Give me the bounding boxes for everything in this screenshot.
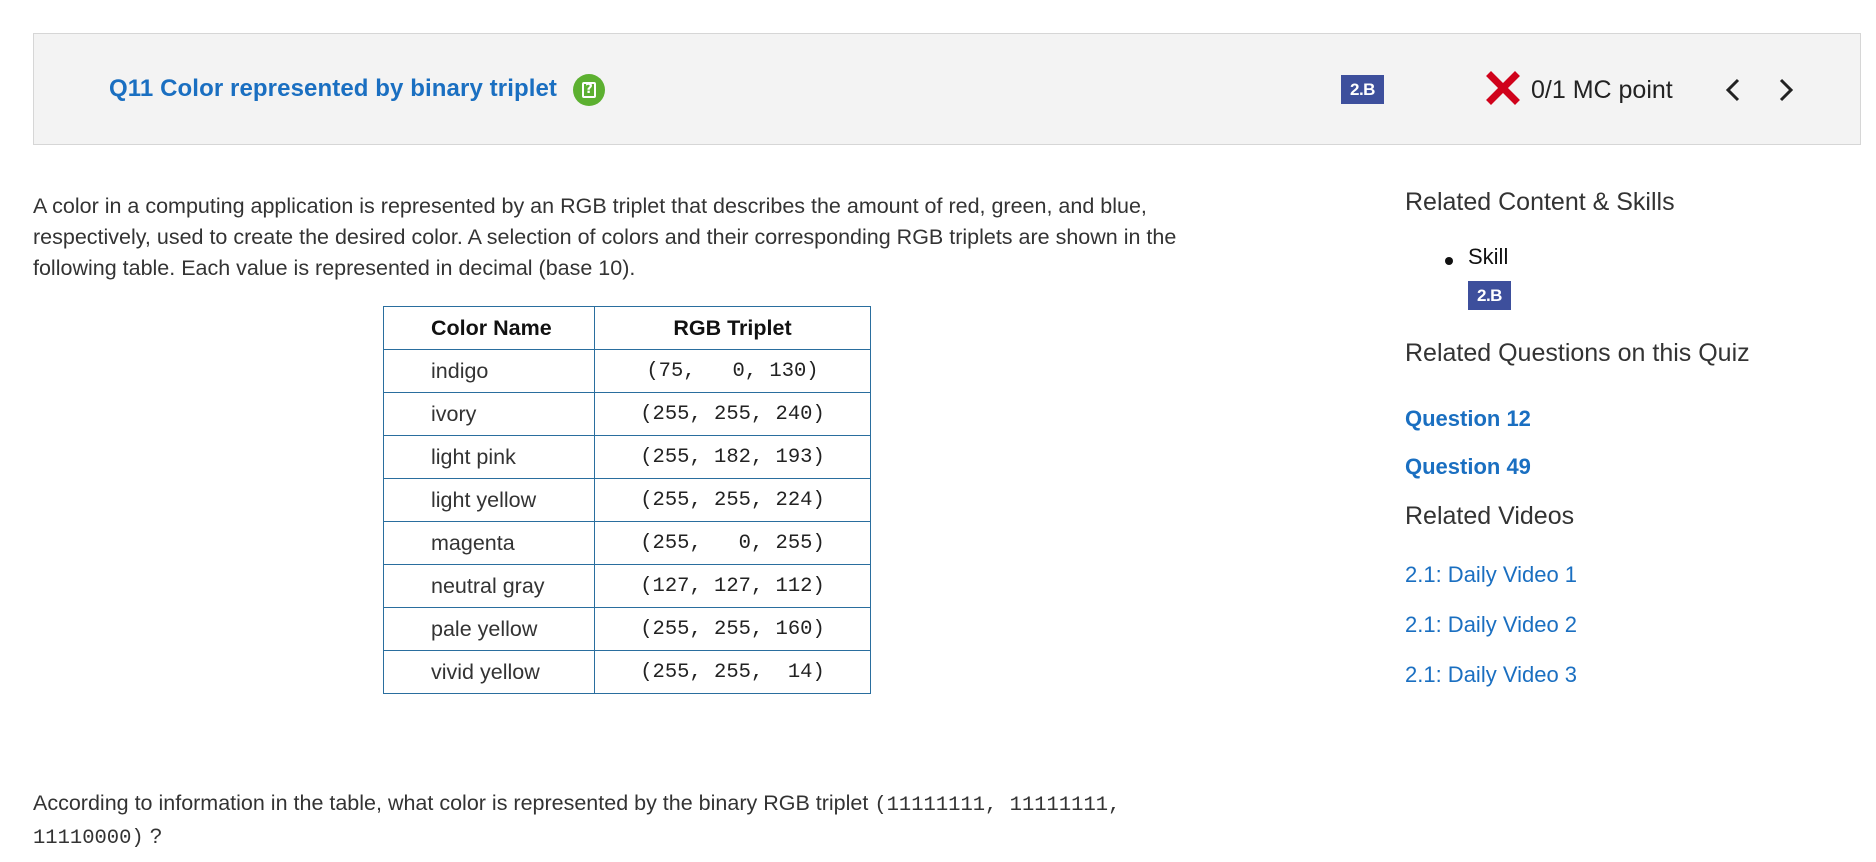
rgb-triplet-cell: (255, 255, 224): [594, 478, 871, 522]
column-header-color-name: Color Name: [383, 306, 595, 350]
rgb-triplet-cell: (255, 255, 160): [594, 607, 871, 651]
color-name-cell: magenta: [383, 521, 595, 565]
color-name-cell: indigo: [383, 349, 595, 393]
column-header-rgb-triplet: RGB Triplet: [594, 306, 871, 350]
rgb-triplet-cell: (255, 0, 255): [594, 521, 871, 565]
score-text: 0/1 MC point: [1531, 76, 1673, 104]
rgb-triplet-cell: (75, 0, 130): [594, 349, 871, 393]
rgb-triplet-cell: (255, 255, 240): [594, 392, 871, 436]
question-prompt-text: According to information in the table, w…: [33, 791, 875, 815]
skill-badge: 2.B: [1341, 75, 1384, 104]
related-video-link[interactable]: 2.1: Daily Video 1: [1405, 562, 1577, 588]
related-video-link[interactable]: 2.1: Daily Video 2: [1405, 612, 1577, 638]
table-row: vivid yellow (255, 255, 14): [383, 650, 871, 694]
question-header: Q11 Color represented by binary triplet …: [33, 33, 1861, 145]
skill-label: Skill: [1468, 244, 1509, 269]
related-questions-heading: Related Questions on this Quiz: [1405, 339, 1750, 367]
color-name-cell: light yellow: [383, 478, 595, 522]
incorrect-x-icon: [1486, 71, 1520, 105]
color-name-cell: vivid yellow: [383, 650, 595, 694]
sidebar-skill-badge: 2.B: [1468, 281, 1511, 310]
related-video-link[interactable]: 2.1: Daily Video 3: [1405, 662, 1577, 688]
related-question-link[interactable]: Question 12: [1405, 406, 1531, 432]
help-icon[interactable]: ?: [573, 74, 605, 106]
question-mark: ?: [149, 824, 162, 848]
table-row: pale yellow (255, 255, 160): [383, 607, 871, 651]
table-row: indigo (75, 0, 130): [383, 349, 871, 393]
chevron-left-icon[interactable]: [1719, 74, 1749, 106]
rgb-triplet-cell: (255, 182, 193): [594, 435, 871, 479]
color-name-cell: light pink: [383, 435, 595, 479]
table-header-row: Color Name RGB Triplet: [383, 306, 871, 350]
related-question-link[interactable]: Question 49: [1405, 454, 1531, 480]
table-row: light pink (255, 182, 193): [383, 435, 871, 479]
color-name-cell: pale yellow: [383, 607, 595, 651]
related-videos-heading: Related Videos: [1405, 502, 1575, 530]
table-row: ivory (255, 255, 240): [383, 392, 871, 436]
rgb-triplet-cell: (127, 127, 112): [594, 564, 871, 608]
chevron-right-icon[interactable]: [1770, 74, 1800, 106]
bullet-icon: [1445, 257, 1453, 265]
question-title-link[interactable]: Q11 Color represented by binary triplet: [109, 75, 557, 103]
color-name-cell: neutral gray: [383, 564, 595, 608]
table-row: light yellow (255, 255, 224): [383, 478, 871, 522]
question-prompt: According to information in the table, w…: [33, 788, 1243, 854]
related-content-heading: Related Content & Skills: [1405, 188, 1675, 216]
rgb-triplet-cell: (255, 255, 14): [594, 650, 871, 694]
color-name-cell: ivory: [383, 392, 595, 436]
table-row: neutral gray (127, 127, 112): [383, 564, 871, 608]
table-row: magenta (255, 0, 255): [383, 521, 871, 565]
question-stem: A color in a computing application is re…: [33, 194, 1177, 280]
color-table: Color Name RGB Triplet indigo (75, 0, 130…: [383, 306, 871, 694]
